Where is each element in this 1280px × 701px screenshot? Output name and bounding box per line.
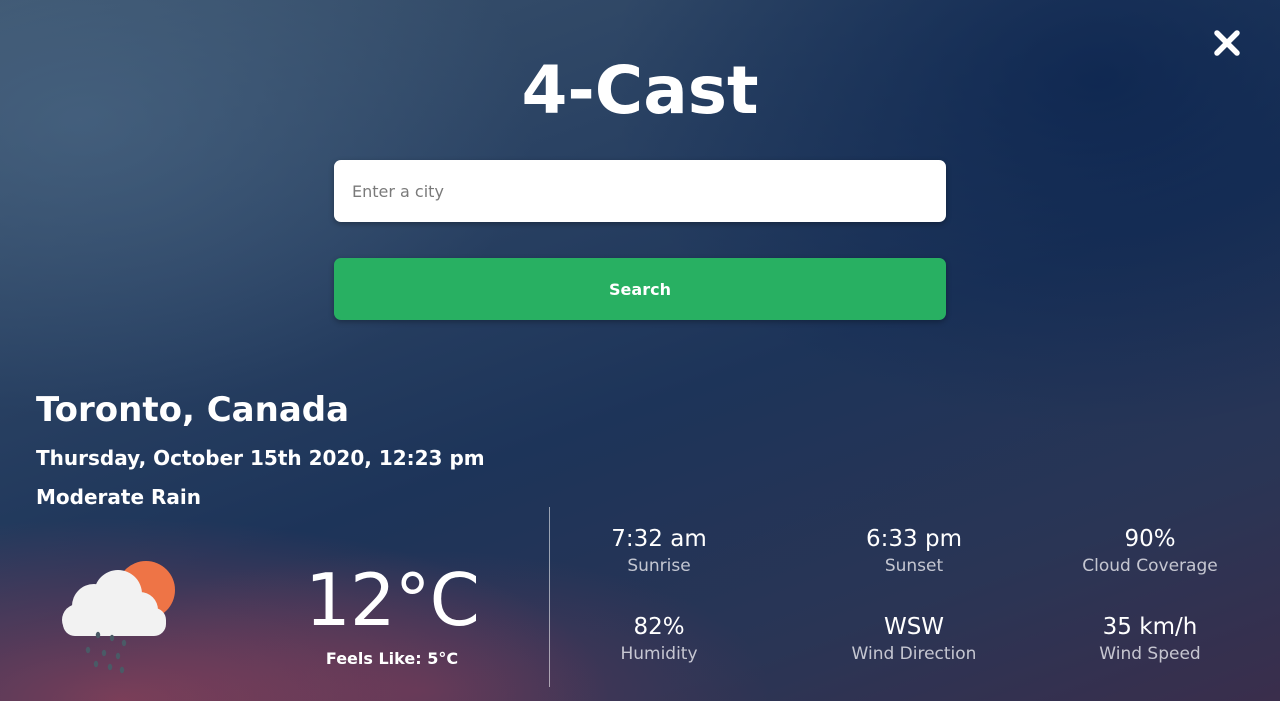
temperature-block: 12°C Feels Like: 5°C [282, 556, 502, 670]
stat-wind-direction: WSW Wind Direction [794, 612, 1034, 666]
app-title: 4-Cast [521, 52, 759, 129]
feels-like: Feels Like: 5°C [325, 649, 459, 668]
location-title: Toronto, Canada [36, 390, 350, 430]
temperature-value: 12°C [305, 558, 480, 642]
stat-label: Sunset [884, 556, 944, 576]
stat-value: 82% [633, 614, 685, 640]
stat-humidity: 82% Humidity [539, 612, 779, 666]
search-button[interactable]: Search [334, 258, 946, 320]
stat-label: Cloud Coverage [1082, 556, 1218, 576]
stat-sunset: 6:33 pm Sunset [794, 524, 1034, 578]
city-search-input[interactable] [334, 160, 946, 222]
stat-label: Wind Direction [851, 644, 977, 664]
stat-label: Humidity [620, 644, 698, 664]
stat-sunrise: 7:32 am Sunrise [539, 524, 779, 578]
stat-label: Wind Speed [1099, 644, 1201, 664]
weather-condition: Moderate Rain [36, 485, 201, 509]
stat-value: WSW [883, 614, 945, 640]
date-time: Thursday, October 15th 2020, 12:23 pm [36, 446, 485, 470]
stat-cloud-coverage: 90% Cloud Coverage [1030, 524, 1270, 578]
stat-label: Sunrise [627, 556, 691, 576]
cloud-sun-rain-icon [58, 558, 182, 674]
stat-value: 35 km/h [1102, 614, 1198, 640]
stat-wind-speed: 35 km/h Wind Speed [1030, 612, 1270, 666]
stat-value: 7:32 am [611, 526, 707, 552]
stat-value: 90% [1124, 526, 1176, 552]
stat-value: 6:33 pm [866, 526, 962, 552]
